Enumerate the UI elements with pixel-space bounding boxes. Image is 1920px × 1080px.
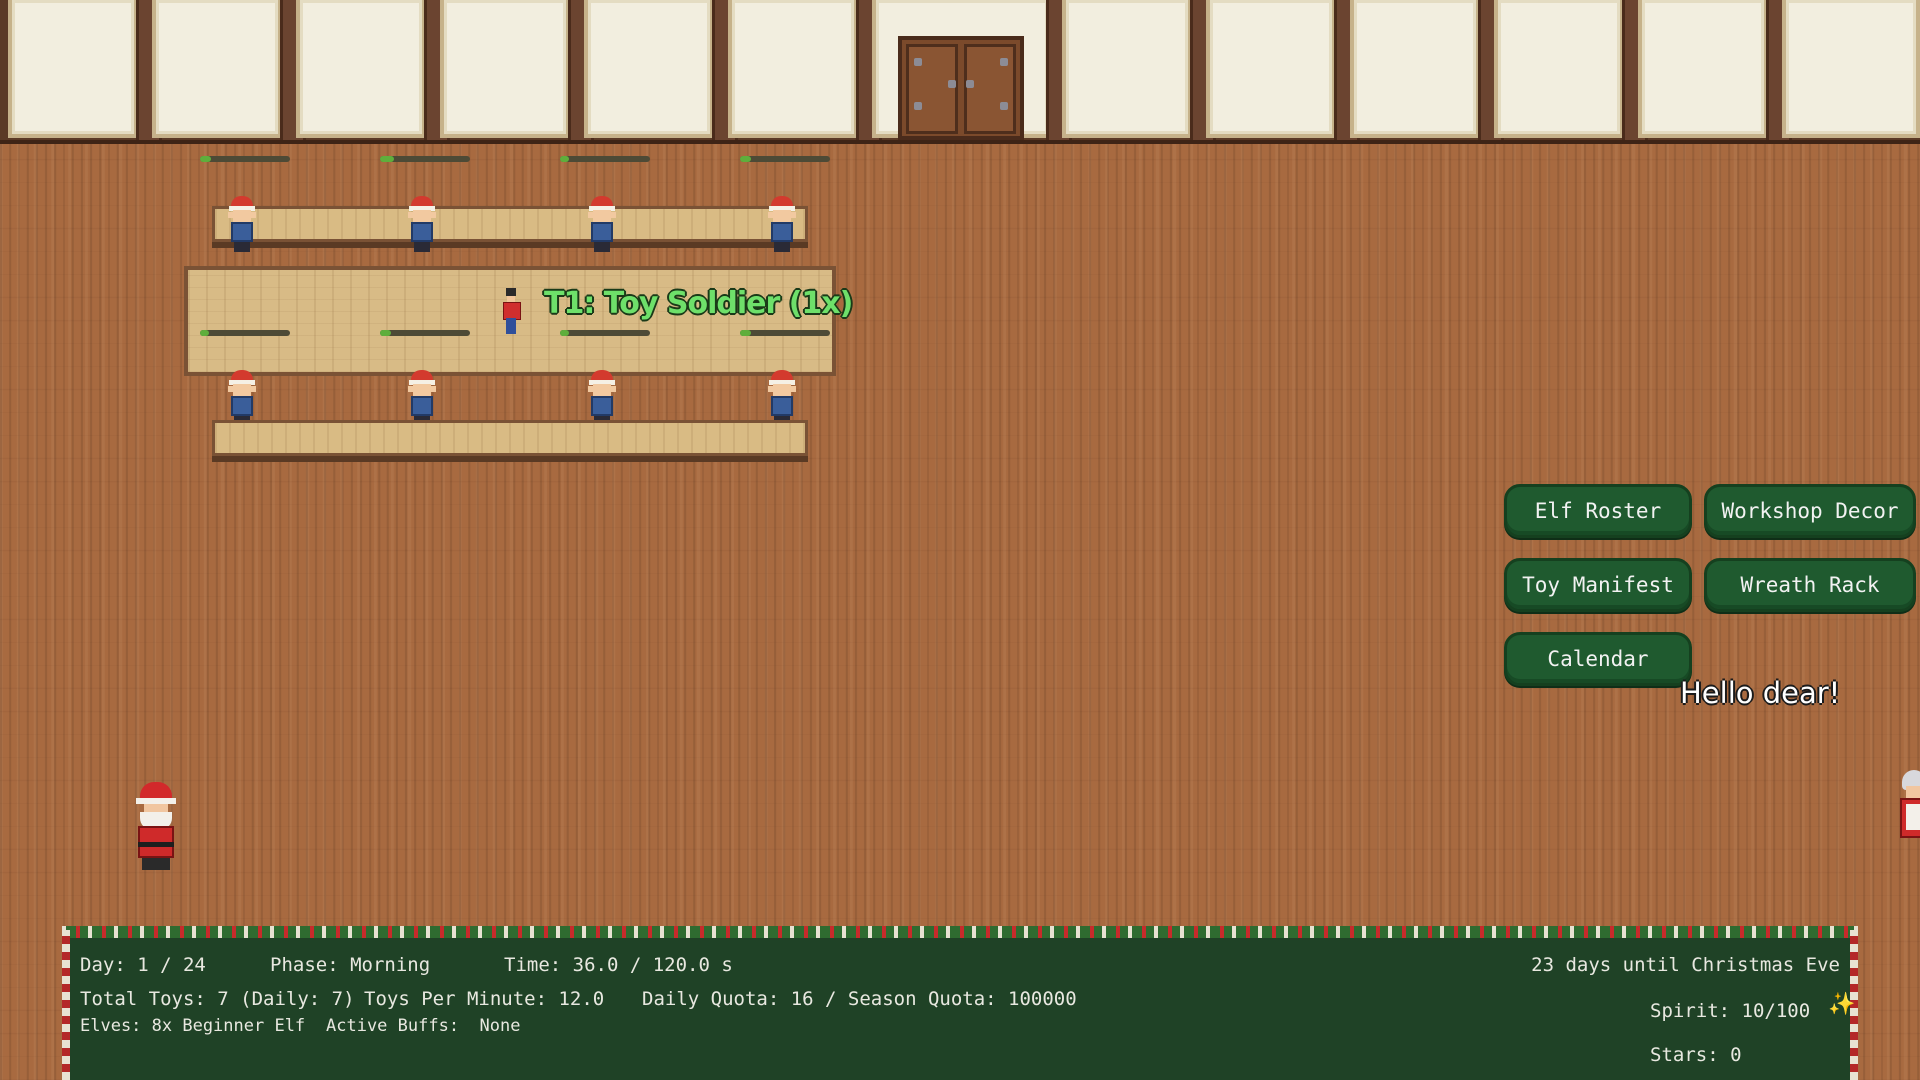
- elf-progress-fill: [740, 156, 751, 162]
- task-label: T1: Toy Soldier (1x): [544, 286, 853, 321]
- window: [8, 0, 138, 138]
- door-handle: [966, 80, 974, 88]
- elf-worker[interactable]: [585, 196, 619, 252]
- stars-counter: Stars: 0: [1650, 1044, 1742, 1066]
- elf-progress-bar: [740, 156, 830, 162]
- toys-per-minute: Toys Per Minute: 12.0: [364, 988, 605, 1010]
- mrs-claus-character[interactable]: [1898, 770, 1920, 850]
- elf-worker[interactable]: [765, 370, 799, 426]
- hud-border-left: [62, 930, 70, 1080]
- window: [1206, 0, 1336, 138]
- spirit-meter: Spirit: 10/100: [1650, 1000, 1811, 1022]
- elf-progress-fill: [560, 330, 569, 336]
- window: [1350, 0, 1480, 138]
- elf-worker[interactable]: [765, 196, 799, 252]
- window: [1782, 0, 1920, 138]
- elf-worker[interactable]: [225, 196, 259, 252]
- door-stud: [914, 102, 922, 110]
- workbench-top: [212, 206, 808, 242]
- day-counter: Day: 1 / 24: [80, 954, 206, 976]
- elves-summary: Elves: 8x Beginner Elf: [80, 1016, 306, 1036]
- elf-progress-bar: [380, 156, 470, 162]
- window: [728, 0, 858, 138]
- window: [1638, 0, 1768, 138]
- toy-manifest-button[interactable]: Toy Manifest: [1504, 558, 1692, 612]
- santa-character[interactable]: [130, 782, 182, 874]
- elf-progress-bar: [560, 330, 650, 336]
- window: [152, 0, 282, 138]
- elf-worker[interactable]: [225, 370, 259, 426]
- door-stud: [1000, 58, 1008, 66]
- time-readout: Time: 36.0 / 120.0 s: [504, 954, 733, 976]
- door-stud: [914, 58, 922, 66]
- bench-shadow: [212, 242, 808, 248]
- garland-border: [66, 926, 1854, 938]
- workshop-decor-button[interactable]: Workshop Decor: [1704, 484, 1916, 538]
- workshop-wall: [0, 0, 1920, 144]
- window: [584, 0, 714, 138]
- door-handle: [948, 80, 956, 88]
- total-toys: Total Toys: 7 (Daily: 7): [80, 988, 355, 1010]
- workshop-door[interactable]: [898, 36, 1024, 140]
- elf-roster-button[interactable]: Elf Roster: [1504, 484, 1692, 538]
- elf-progress-fill: [380, 156, 394, 162]
- bench-shadow: [212, 456, 808, 462]
- status-hud: Day: 1 / 24 Phase: Morning Time: 36.0 / …: [62, 926, 1858, 1080]
- active-buffs: Active Buffs: None: [326, 1016, 521, 1036]
- elf-progress-bar: [560, 156, 650, 162]
- door-stud: [1000, 102, 1008, 110]
- window: [440, 0, 570, 138]
- phase-indicator: Phase: Morning: [270, 954, 431, 976]
- elf-progress-fill: [560, 156, 569, 162]
- wreath-rack-button[interactable]: Wreath Rack: [1704, 558, 1916, 612]
- elf-progress-bar: [200, 330, 290, 336]
- elf-progress-bar: [740, 330, 830, 336]
- speech-bubble-text: Hello dear!: [1680, 676, 1841, 710]
- christmas-countdown: 23 days until Christmas Eve: [1531, 954, 1840, 976]
- window: [1494, 0, 1624, 138]
- door-leaf-right: [964, 44, 1016, 134]
- window: [1062, 0, 1192, 138]
- elf-progress-fill: [380, 330, 391, 336]
- workbench-bottom: [212, 420, 808, 456]
- quota-readout: Daily Quota: 16 / Season Quota: 100000: [642, 988, 1077, 1010]
- elf-progress-bar: [200, 156, 290, 162]
- window: [296, 0, 426, 138]
- elf-progress-fill: [200, 156, 211, 162]
- elf-worker[interactable]: [585, 370, 619, 426]
- elf-worker[interactable]: [405, 196, 439, 252]
- elf-progress-fill: [200, 330, 209, 336]
- sparkle-icon: ✨: [1828, 992, 1856, 1017]
- elf-progress-fill: [740, 330, 751, 336]
- elf-worker[interactable]: [405, 370, 439, 426]
- elf-progress-bar: [380, 330, 470, 336]
- toy-soldier-icon: [502, 288, 521, 334]
- calendar-button[interactable]: Calendar: [1504, 632, 1692, 686]
- game-scene: T1: Toy Soldier (1x) Elf Roster Workshop…: [0, 0, 1920, 1080]
